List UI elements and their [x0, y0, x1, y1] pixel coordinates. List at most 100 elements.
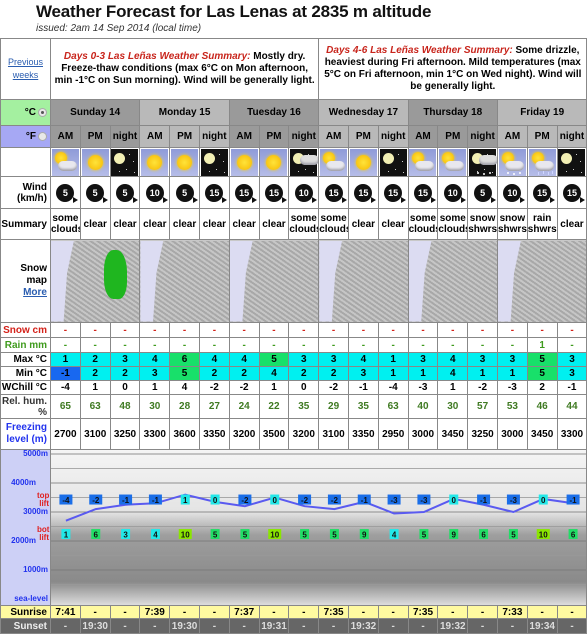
wind-direction-icon: 5: [115, 183, 138, 203]
star-dot: [222, 160, 224, 162]
snow-map-image[interactable]: [230, 240, 318, 322]
star-dot: [580, 160, 582, 162]
sunrise-cell: 7:35: [407, 605, 439, 619]
min-temp-cell: 2: [79, 366, 111, 381]
freezing-level-cell: 3300: [139, 418, 171, 450]
max-temp-cell: 4: [437, 352, 469, 367]
wind-direction-icon: 10: [503, 183, 526, 203]
snow-map-cell[interactable]: [318, 239, 409, 323]
sunrise-cell: -: [109, 605, 141, 619]
freezing-level-chart-row: 5000m 4000m 3000m 2000m 1000m sea-level top li…: [0, 449, 587, 606]
snow-cm-cell: -: [496, 322, 528, 338]
humidity-label: Rel. hum. %: [0, 394, 51, 419]
top-lift-temp: -3: [420, 496, 428, 505]
snow-map-image[interactable]: [498, 240, 586, 322]
sea-area: [409, 240, 432, 322]
wind-chill-cell: -2: [318, 380, 349, 395]
forecast-table: Previous weeks Days 0-3 Las Leñas Weathe…: [0, 38, 587, 634]
star-dot: [484, 168, 486, 170]
wind-direction-icon: 15: [235, 183, 258, 203]
rain-mm-cell: -: [407, 337, 439, 353]
rain-mm-label: Rain mm: [0, 337, 51, 353]
snow-map-image[interactable]: [409, 240, 497, 322]
humidity-cell: 40: [407, 394, 439, 419]
humidity-cell: 53: [496, 394, 528, 419]
snow-map-cell[interactable]: [407, 239, 498, 323]
snow-map-more-link[interactable]: More: [23, 287, 47, 298]
freezing-level-cell: 3450: [437, 418, 469, 450]
humidity-cell: 27: [198, 394, 230, 419]
humidity-cell: 22: [258, 394, 290, 419]
humidity-cell: 35: [288, 394, 320, 419]
star-dot: [581, 171, 583, 173]
summary-heading-days-0-3: Days 0-3 Las Leñas Weather Summary:: [63, 51, 251, 62]
humidity-cell: 63: [377, 394, 409, 419]
sunset-label: Sunset: [0, 618, 51, 634]
snow-map-cell[interactable]: [49, 239, 141, 323]
wind-direction-icon: 5: [56, 183, 79, 203]
sunrise-cell: -: [437, 605, 469, 619]
sea-area: [498, 240, 521, 322]
wind-cell: 5: [169, 176, 200, 209]
wind-cell: 15: [258, 176, 290, 209]
star-dot: [129, 153, 131, 155]
snow-map-row: Snow map More: [0, 239, 587, 323]
moon-icon: [200, 148, 228, 176]
slot-header: AM: [50, 125, 81, 148]
rain-mm-row: Rain mm ----------------1-: [0, 337, 587, 353]
top-lift-temp: -4: [62, 496, 70, 505]
fahrenheit-toggle[interactable]: °F: [0, 125, 51, 148]
previous-weeks-link[interactable]: Previous weeks: [8, 57, 43, 80]
min-temp-label: Min °C: [0, 366, 51, 381]
moon-icon: [111, 148, 139, 176]
sunset-cell: -: [467, 618, 498, 634]
snow-map-cell[interactable]: [139, 239, 230, 323]
slot-header: AM: [407, 125, 439, 148]
snow-map-cell[interactable]: [496, 239, 587, 323]
fahrenheit-radio[interactable]: [38, 131, 47, 141]
summary-days-0-3: Days 0-3 Las Leñas Weather Summary: Most…: [49, 38, 320, 100]
sun-icon: [81, 148, 109, 176]
freezing-level-line: [65, 493, 574, 522]
cloud-shape: [415, 160, 435, 171]
summary-cell: clear: [556, 208, 587, 240]
moon-cloud-icon: [290, 148, 318, 176]
sun-shape: [266, 154, 282, 170]
wind-cell: 5: [50, 176, 81, 209]
moon-icon: [379, 148, 407, 176]
slot-header: PM: [79, 125, 111, 148]
wind-direction-icon: 15: [205, 183, 228, 203]
sunset-cell: 19:32: [348, 618, 379, 634]
wind-chill-cell: -2: [228, 380, 260, 395]
cloud-shape: [57, 160, 77, 171]
sunrise-cell: -: [377, 605, 409, 619]
wind-cell: 15: [377, 176, 409, 209]
sunset-cell: 19:30: [169, 618, 200, 634]
weather-icon-cell: [496, 147, 528, 177]
sunset-cell: -: [407, 618, 439, 634]
slot-header: night: [288, 125, 320, 148]
sunrise-cell: -: [556, 605, 587, 619]
sun-shape: [147, 154, 163, 170]
star-dot: [215, 168, 217, 170]
slot-header: AM: [318, 125, 349, 148]
celsius-toggle[interactable]: °C: [0, 99, 51, 126]
snow-cm-cell: -: [79, 322, 111, 338]
wind-cell: 5: [467, 176, 498, 209]
sunrise-row: Sunrise 7:41- -7:39- -7:37- -7:35- -7:35- -7:…: [0, 605, 587, 619]
freezing-level-cell: 3200: [288, 418, 320, 450]
wind-direction-icon: 15: [324, 183, 347, 203]
star-dot: [305, 168, 307, 170]
snow-map-cell[interactable]: [228, 239, 320, 323]
celsius-radio[interactable]: [38, 107, 47, 117]
sunrise-cell: 7:41: [50, 605, 81, 619]
max-temp-cell: 2: [79, 352, 111, 367]
min-temp-cell: -1: [50, 366, 81, 381]
snow-map-image[interactable]: [51, 240, 139, 322]
snow-map-image[interactable]: [319, 240, 408, 322]
rain-mm-cell: -: [109, 337, 141, 353]
snow-map-image[interactable]: [140, 240, 229, 322]
y-tick-label: 1000m: [23, 565, 48, 574]
weather-icon-cell: [139, 147, 171, 177]
wind-cell: 10: [288, 176, 320, 209]
